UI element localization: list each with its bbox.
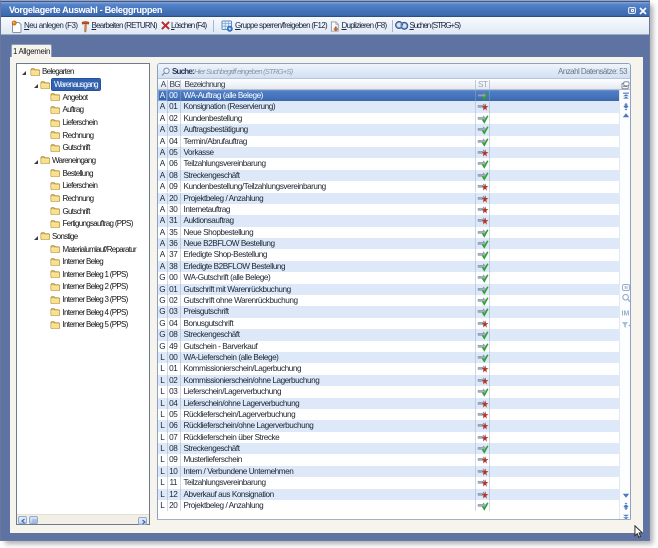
- svg-text:IM: IM: [622, 310, 630, 317]
